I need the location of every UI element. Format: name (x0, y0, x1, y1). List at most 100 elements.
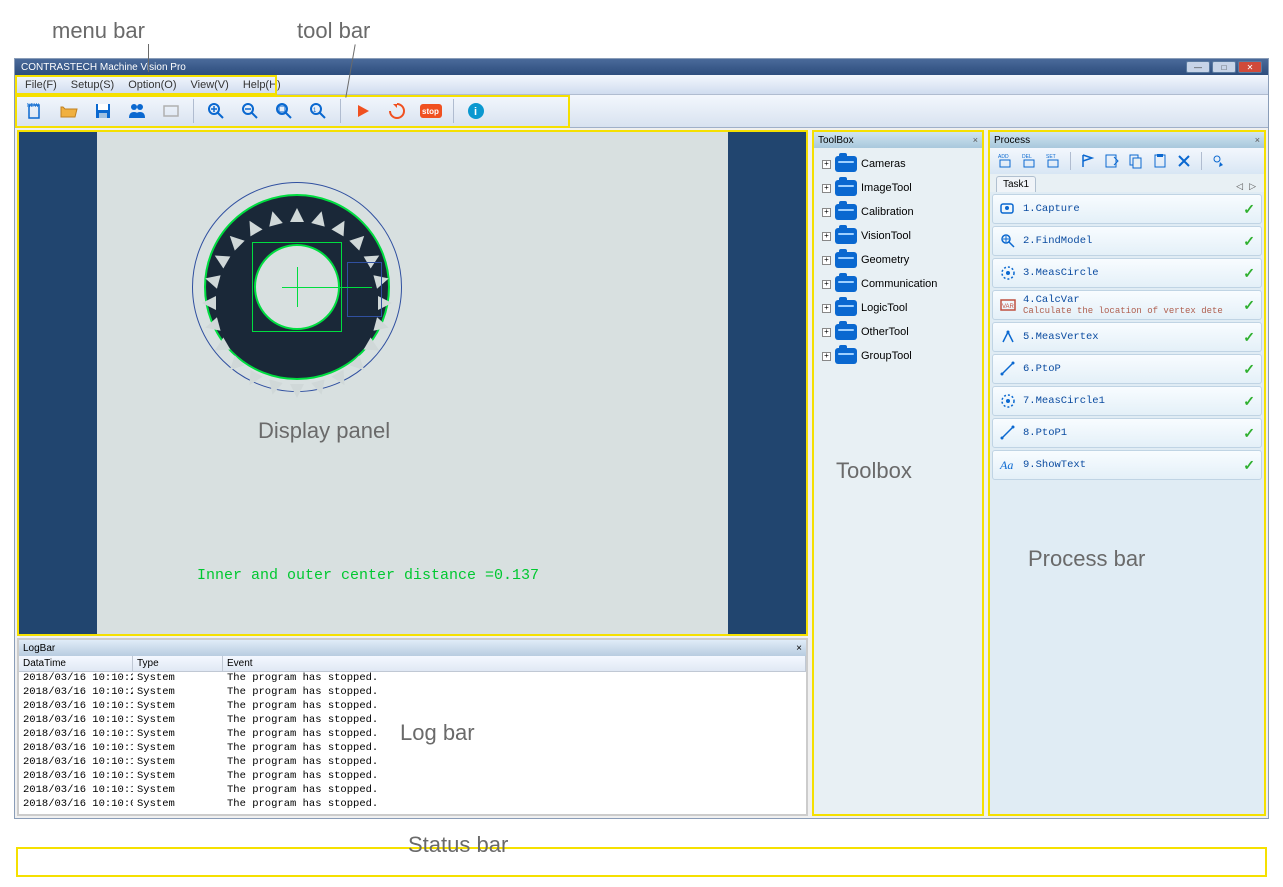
expand-icon[interactable]: + (822, 208, 831, 217)
maximize-button[interactable]: □ (1212, 61, 1236, 73)
display-panel[interactable]: Inner and outer center distance =0.137 (17, 130, 808, 636)
proc-locate-button[interactable] (1208, 150, 1230, 172)
expand-icon[interactable]: + (822, 256, 831, 265)
new-button[interactable]: NEW (19, 97, 51, 125)
task-row[interactable]: 7.MeasCircle1✓ (992, 386, 1262, 416)
task-desc: Calculate the location of vertex dete (1023, 306, 1237, 316)
log-cell-event: The program has stopped. (223, 770, 806, 784)
run-button[interactable] (347, 97, 379, 125)
expand-icon[interactable]: + (822, 232, 831, 241)
log-row[interactable]: 2018/03/16 10:10:22SystemThe program has… (19, 672, 806, 686)
process-close-icon[interactable]: × (1255, 135, 1260, 145)
toolbox-item-label: Geometry (861, 254, 909, 266)
menu-setup[interactable]: Setup(S) (65, 77, 120, 93)
menu-view[interactable]: View(V) (185, 77, 235, 93)
toolbox-item-calibration[interactable]: +Calibration (814, 200, 982, 224)
window-title: CONTRASTECH Machine Vision Pro (21, 62, 1186, 73)
log-cell-event: The program has stopped. (223, 728, 806, 742)
proc-paste-button[interactable] (1149, 150, 1171, 172)
task-row[interactable]: 8.PtoP1✓ (992, 418, 1262, 448)
proc-set-button[interactable]: SET (1042, 150, 1064, 172)
menu-help[interactable]: Help(H) (237, 77, 287, 93)
toolbox-item-visiontool[interactable]: + VisionTool (814, 224, 982, 248)
toolbox-panel: ToolBox × + Cameras +ImageTool+Calibration… (812, 130, 984, 816)
task-row[interactable]: 6.PtoP✓ (992, 354, 1262, 384)
save-button[interactable] (87, 97, 119, 125)
toolbox-item-label: VisionTool (861, 230, 911, 242)
toolbox-item-label: OtherTool (861, 326, 909, 338)
minimize-button[interactable]: — (1186, 61, 1210, 73)
log-row[interactable]: 2018/03/16 10:10:18SystemThe program has… (19, 742, 806, 756)
toolbox-item-cameras[interactable]: + Cameras (814, 152, 982, 176)
task-label: 4.CalcVar (1023, 294, 1237, 306)
menu-option[interactable]: Option(O) (122, 77, 182, 93)
log-row[interactable]: 2018/03/16 10:10:20SystemThe program has… (19, 686, 806, 700)
log-row[interactable]: 2018/03/16 10:10:07SystemThe program has… (19, 798, 806, 812)
log-row[interactable]: 2018/03/16 10:10:19SystemThe program has… (19, 728, 806, 742)
toolbox-item-imagetool[interactable]: +ImageTool (814, 176, 982, 200)
toolbox-close-icon[interactable]: × (973, 135, 978, 145)
log-row[interactable]: 2018/03/16 10:10:18SystemThe program has… (19, 770, 806, 784)
users-button[interactable] (121, 97, 153, 125)
task-row[interactable]: 1.Capture✓ (992, 194, 1262, 224)
close-button[interactable]: ✕ (1238, 61, 1262, 73)
check-icon: ✓ (1243, 361, 1255, 378)
log-row[interactable]: 2018/03/16 10:10:18SystemThe program has… (19, 756, 806, 770)
expand-icon[interactable]: + (822, 160, 831, 169)
expand-icon[interactable]: + (822, 328, 831, 337)
info-button[interactable]: i (460, 97, 492, 125)
expand-icon[interactable]: + (822, 184, 831, 193)
tab-next-icon[interactable]: ▷ (1247, 181, 1258, 192)
proc-del-button[interactable]: DEL (1018, 150, 1040, 172)
expand-icon[interactable]: + (822, 304, 831, 313)
log-cell-event: The program has stopped. (223, 672, 806, 686)
process-tab-task1[interactable]: Task1 (996, 176, 1036, 192)
zoom-fit-button[interactable] (268, 97, 300, 125)
open-button[interactable] (53, 97, 85, 125)
logbar: LogBar × DataTime Type Event 2018/03/16 … (17, 638, 808, 816)
toolbox-item-geometry[interactable]: + Geometry (814, 248, 982, 272)
task-row[interactable]: 5.MeasVertex✓ (992, 322, 1262, 352)
zoom-in-button[interactable] (200, 97, 232, 125)
proc-add-button[interactable]: ADD (994, 150, 1016, 172)
gear-visualization (192, 182, 402, 392)
log-col-event[interactable]: Event (223, 656, 806, 671)
toolbox-item-grouptool[interactable]: +GroupTool (814, 344, 982, 368)
proc-edit-button[interactable] (1101, 150, 1123, 172)
log-cell-event: The program has stopped. (223, 742, 806, 756)
log-cell-type: System (133, 714, 223, 728)
log-col-type[interactable]: Type (133, 656, 223, 671)
toolbox-item-othertool[interactable]: + OtherTool (814, 320, 982, 344)
expand-icon[interactable]: + (822, 280, 831, 289)
zoom-out-button[interactable] (234, 97, 266, 125)
task-row[interactable]: 3.MeasCircle✓ (992, 258, 1262, 288)
log-cell-datetime: 2018/03/16 10:10:18 (19, 784, 133, 798)
toolbox-header: ToolBox × (814, 132, 982, 148)
folder-icon (835, 204, 857, 220)
loop-button[interactable] (381, 97, 413, 125)
check-icon: ✓ (1243, 265, 1255, 282)
folder-icon (835, 300, 857, 316)
toolbox-item-logictool[interactable]: +LogicTool (814, 296, 982, 320)
expand-icon[interactable]: + (822, 352, 831, 361)
task-row[interactable]: 2.FindModel✓ (992, 226, 1262, 256)
tab-prev-icon[interactable]: ◁ (1234, 181, 1245, 192)
zoom-100-button[interactable]: 1 (302, 97, 334, 125)
log-row[interactable]: 2018/03/16 10:10:18SystemThe program has… (19, 784, 806, 798)
task-row[interactable]: Aa9.ShowText✓ (992, 450, 1262, 480)
logbar-close-icon[interactable]: × (796, 643, 802, 654)
log-row[interactable]: 2018/03/16 10:10:19SystemThe program has… (19, 714, 806, 728)
task-label: 9.ShowText (1023, 459, 1237, 471)
log-row[interactable]: 2018/03/16 10:10:19SystemThe program has… (19, 700, 806, 714)
toolbox-item-label: Cameras (861, 158, 906, 170)
proc-delete-button[interactable] (1173, 150, 1195, 172)
toolbox-item-communication[interactable]: + Communication (814, 272, 982, 296)
log-col-datetime[interactable]: DataTime (19, 656, 133, 671)
log-cell-event: The program has stopped. (223, 784, 806, 798)
menu-file[interactable]: File(F) (19, 77, 63, 93)
proc-copy-button[interactable] (1125, 150, 1147, 172)
stop-button[interactable]: stop (415, 97, 447, 125)
toolbox-item-label: Communication (861, 278, 937, 290)
proc-flag-button[interactable] (1077, 150, 1099, 172)
task-row[interactable]: VAR4.CalcVarCalculate the location of ve… (992, 290, 1262, 320)
